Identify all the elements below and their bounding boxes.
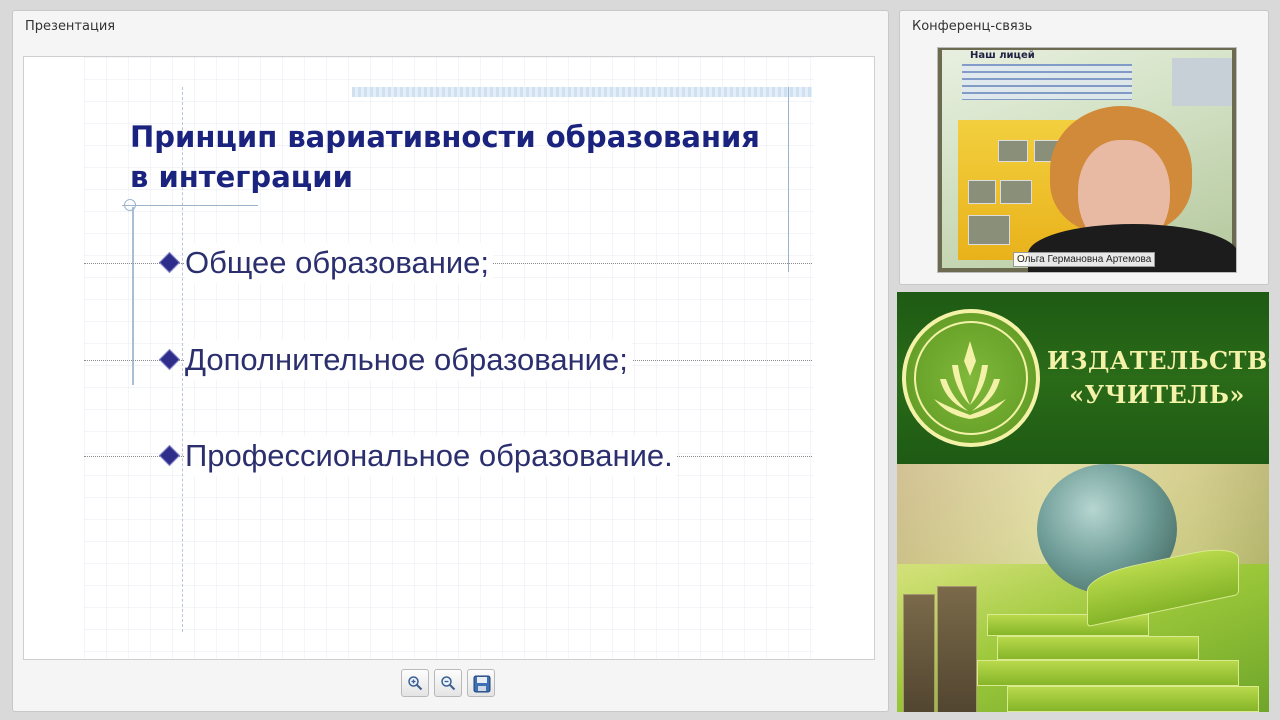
slide-bullet-row: Профессиональное образование. <box>84 436 812 476</box>
slide-title-underline-decoration <box>122 205 258 206</box>
publisher-banner[interactable]: ИЗДАТЕЛЬСТВО «УЧИТЕЛЬ» <box>897 292 1269 712</box>
book-decoration <box>1007 686 1259 712</box>
conference-panel: Конференц-связь Наш лицей Ольга Германов… <box>899 10 1269 285</box>
slide-top-bar-decoration <box>352 87 812 97</box>
book-decoration <box>977 660 1239 686</box>
zoom-in-button[interactable] <box>401 669 429 697</box>
diamond-bullet-icon <box>158 444 181 467</box>
diamond-bullet-icon <box>158 251 181 274</box>
save-icon <box>473 675 491 693</box>
logo-inner-ring <box>914 321 1028 435</box>
save-button[interactable] <box>467 669 495 697</box>
slide-circle-decoration <box>124 199 136 211</box>
slide-bullet-text: Профессиональное образование. <box>185 436 677 476</box>
publisher-logo-icon <box>902 309 1040 447</box>
banner-title-line1: ИЗДАТЕЛЬСТВО <box>1047 346 1269 375</box>
poster-text-decoration <box>962 64 1132 100</box>
slide-bullet-row: Общее образование; <box>84 243 812 283</box>
zoom-out-button[interactable] <box>434 669 462 697</box>
poster-heading: Наш лицей <box>970 50 1035 61</box>
photo-thumbnail <box>1000 180 1032 204</box>
diamond-bullet-icon <box>158 348 181 371</box>
book-leaf-icon <box>934 341 1006 419</box>
slide-title-line2: в интеграции <box>130 160 353 194</box>
wood-block-decoration <box>937 586 977 712</box>
banner-image-books-globe <box>897 464 1269 712</box>
photo-thumbnail <box>968 180 996 204</box>
slide-bullet-text: Дополнительное образование; <box>185 340 632 380</box>
slide-title: Принцип вариативности образования в инте… <box>130 117 790 197</box>
slide-bullet-row: Дополнительное образование; <box>84 340 812 380</box>
zoom-in-icon <box>408 676 423 691</box>
participant-video[interactable]: Наш лицей Ольга Германовна Артемова <box>937 47 1237 273</box>
presentation-panel-title: Презентация <box>25 19 116 34</box>
presentation-slide: Принцип вариативности образования в инте… <box>23 56 875 660</box>
wood-block-decoration <box>903 594 935 712</box>
photo-thumbnail <box>968 215 1010 245</box>
presentation-panel: Презентация Принцип вариативности образо… <box>12 10 889 712</box>
slide-bullet-text: Общее образование; <box>185 243 494 283</box>
book-decoration <box>997 636 1199 660</box>
photo-thumbnail <box>998 140 1028 162</box>
participant-name-label: Ольга Германовна Артемова <box>1013 252 1156 267</box>
slide-title-line1: Принцип вариативности образования <box>130 120 760 154</box>
banner-top: ИЗДАТЕЛЬСТВО «УЧИТЕЛЬ» <box>897 292 1269 464</box>
banner-title-line2: «УЧИТЕЛЬ» <box>1069 380 1245 409</box>
poster-photo-decoration <box>1172 58 1232 106</box>
zoom-out-icon <box>441 676 456 691</box>
conference-panel-title: Конференц-связь <box>912 19 1033 34</box>
